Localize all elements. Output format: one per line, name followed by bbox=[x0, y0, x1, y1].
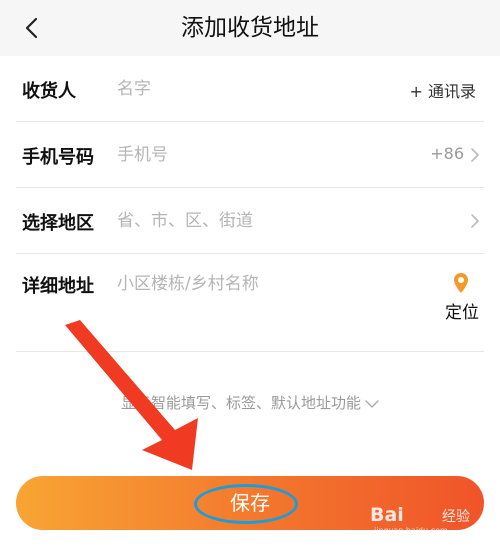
address-input[interactable] bbox=[117, 272, 377, 296]
recipient-input[interactable] bbox=[117, 77, 377, 101]
chevron-down-icon bbox=[365, 399, 379, 408]
phone-label: 手机号码 bbox=[22, 147, 94, 168]
page-title: 添加收货地址 bbox=[181, 15, 319, 41]
region-input[interactable] bbox=[117, 209, 377, 233]
more-options-toggle[interactable]: 显示智能填写、标签、默认地址功能 bbox=[0, 392, 500, 418]
phone-row: 手机号码 +86 bbox=[0, 122, 500, 188]
phone-input[interactable] bbox=[117, 143, 377, 167]
back-button[interactable] bbox=[12, 8, 52, 48]
save-button[interactable]: 保存 bbox=[16, 476, 484, 530]
country-code-selector[interactable]: +86 bbox=[430, 144, 464, 163]
chevron-right-icon bbox=[471, 214, 479, 228]
chevron-left-icon bbox=[25, 17, 38, 39]
more-options-label: 显示智能填写、标签、默认地址功能 bbox=[120, 394, 361, 412]
location-pin-icon bbox=[454, 273, 468, 293]
header-bar: 添加收货地址 bbox=[0, 0, 500, 56]
recipient-row: 收货人 + 通讯录 bbox=[0, 56, 500, 122]
chevron-right-icon bbox=[471, 148, 479, 162]
region-row[interactable]: 选择地区 bbox=[0, 188, 500, 254]
contacts-button[interactable]: + 通讯录 bbox=[410, 78, 477, 102]
recipient-label: 收货人 bbox=[22, 81, 76, 102]
region-label: 选择地区 bbox=[22, 213, 94, 234]
address-row: 详细地址 定位 bbox=[0, 254, 500, 352]
locate-label: 定位 bbox=[445, 303, 479, 323]
locate-button[interactable]: 定位 bbox=[440, 270, 484, 323]
save-button-label: 保存 bbox=[230, 491, 270, 515]
address-label: 详细地址 bbox=[22, 276, 94, 297]
address-form: 收货人 + 通讯录 手机号码 +86 选择地区 详细地址 定位 bbox=[0, 56, 500, 352]
